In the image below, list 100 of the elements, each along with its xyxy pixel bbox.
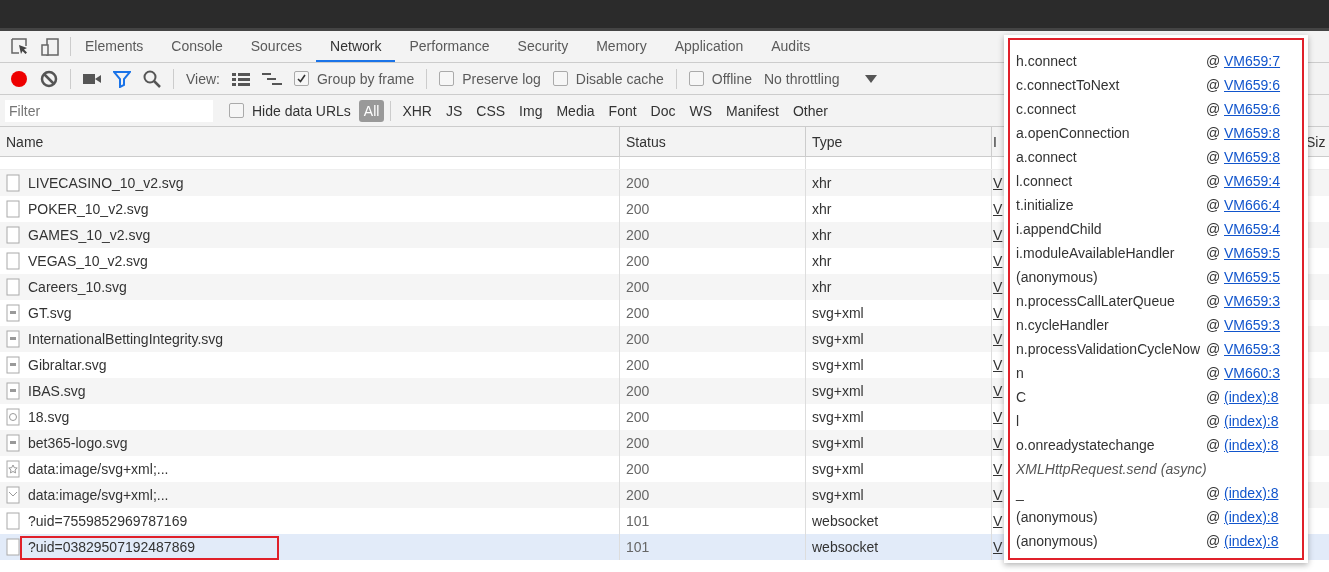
record-icon[interactable] <box>10 69 28 88</box>
inspect-icon[interactable] <box>10 36 30 57</box>
type-filter-button[interactable]: XHR <box>397 99 437 122</box>
request-name: InternationalBettingIntegrity.svg <box>28 331 224 347</box>
initiator-link[interactable]: V <box>993 435 1003 451</box>
column-header[interactable]: Type <box>806 127 992 156</box>
source-link[interactable]: (index):8 <box>1224 485 1294 501</box>
checkbox[interactable] <box>552 71 568 86</box>
initiator-link[interactable]: V <box>993 357 1003 373</box>
initiator-link[interactable]: V <box>993 253 1003 269</box>
source-link[interactable]: VM659:4 <box>1224 221 1294 237</box>
function-name: o.onreadystatechange <box>1016 437 1156 453</box>
clear-icon[interactable] <box>40 69 58 88</box>
camera-icon[interactable] <box>83 71 101 86</box>
initiator-link[interactable]: V <box>993 279 1003 295</box>
checkbox[interactable] <box>294 71 309 86</box>
request-name: ?uid=7559852969787169 <box>28 513 188 529</box>
request-type: xhr <box>812 175 832 191</box>
dropdown-caret-icon[interactable] <box>865 73 878 84</box>
source-link[interactable]: VM659:6 <box>1224 101 1294 117</box>
checkbox[interactable] <box>688 71 704 86</box>
type-filter-button[interactable]: Font <box>603 99 642 122</box>
initiator-link[interactable]: V <box>993 539 1003 555</box>
checkbox-label[interactable]: Offline <box>711 70 752 87</box>
source-link[interactable]: VM659:8 <box>1224 125 1294 141</box>
source-link[interactable]: (index):8 <box>1224 437 1294 453</box>
source-link[interactable]: VM660:3 <box>1224 365 1294 381</box>
source-link[interactable]: VM666:4 <box>1224 197 1294 213</box>
source-link[interactable]: (index):8 <box>1224 389 1294 405</box>
source-link[interactable]: (index):8 <box>1224 413 1294 429</box>
function-name: l <box>1016 413 1021 429</box>
source-link[interactable]: VM659:5 <box>1224 245 1294 261</box>
at-sign: @ <box>1206 101 1222 117</box>
initiator-link[interactable]: V <box>993 461 1003 477</box>
checkbox-label[interactable]: Preserve log <box>462 70 541 87</box>
type-filter-button[interactable]: JS <box>440 99 468 122</box>
source-link[interactable]: VM659:7 <box>1224 53 1294 69</box>
at-sign: @ <box>1206 365 1222 381</box>
panel-tab[interactable]: Application <box>660 31 758 62</box>
initiator-link[interactable]: V <box>993 487 1003 503</box>
type-filter-button[interactable]: Other <box>788 99 833 122</box>
filter-icon[interactable] <box>113 69 131 88</box>
throttling-dropdown[interactable]: No throttling <box>764 70 840 87</box>
initiator-link[interactable]: V <box>993 331 1003 347</box>
source-link[interactable]: (index):8 <box>1224 533 1294 549</box>
initiator-link[interactable]: V <box>993 513 1003 529</box>
image-file-icon <box>6 408 20 426</box>
status-code: 200 <box>626 331 650 347</box>
type-filter-button[interactable]: Img <box>514 99 548 122</box>
image-file-icon <box>6 434 20 452</box>
checkbox-label[interactable]: Group by frame <box>317 70 415 87</box>
source-link[interactable]: VM659:8 <box>1224 149 1294 165</box>
column-header[interactable]: Status <box>620 127 806 156</box>
panel-tab[interactable]: Audits <box>757 31 825 62</box>
type-filter-button[interactable]: WS <box>684 99 718 122</box>
panel-tab[interactable]: Elements <box>71 31 158 62</box>
initiator-link[interactable]: V <box>993 305 1003 321</box>
panel-tab[interactable]: Security <box>503 31 583 62</box>
type-filter-button[interactable]: CSS <box>471 99 511 122</box>
source-link[interactable]: (index):8 <box>1224 509 1294 525</box>
checkbox-label[interactable]: Disable cache <box>575 70 664 87</box>
type-filter-button[interactable]: Doc <box>645 99 681 122</box>
source-link[interactable]: VM659:6 <box>1224 77 1294 93</box>
at-sign: @ <box>1206 53 1222 69</box>
function-name: h.connect <box>1016 53 1078 69</box>
source-link[interactable]: VM659:4 <box>1224 173 1294 189</box>
initiator-link[interactable]: V <box>993 383 1003 399</box>
type-filter-button[interactable]: Media <box>551 99 600 122</box>
file-icon <box>6 278 20 296</box>
at-sign: @ <box>1206 125 1222 141</box>
status-code: 200 <box>626 487 650 503</box>
filter-input[interactable]: Filter <box>5 99 213 122</box>
initiator-link[interactable]: V <box>993 201 1003 217</box>
column-header[interactable]: Name <box>0 127 620 156</box>
request-type: svg+xml <box>812 331 864 347</box>
initiator-link[interactable]: V <box>993 227 1003 243</box>
checkbox[interactable] <box>229 103 244 118</box>
panel-tab[interactable]: Console <box>157 31 237 62</box>
status-code: 101 <box>626 539 650 555</box>
panel-tab[interactable]: Memory <box>582 31 661 62</box>
type-filter-button[interactable]: Manifest <box>721 99 784 122</box>
panel-tab[interactable]: Sources <box>236 31 317 62</box>
panel-tab[interactable]: Performance <box>395 31 504 62</box>
search-icon[interactable] <box>143 69 161 88</box>
initiator-link[interactable]: V <box>993 175 1003 191</box>
request-name: ?uid=03829507192487869 <box>28 539 195 555</box>
status-code: 200 <box>626 435 650 451</box>
request-type: svg+xml <box>812 305 864 321</box>
checkbox-label[interactable]: Hide data URLs <box>252 102 351 119</box>
function-name: (anonymous) <box>1016 509 1099 525</box>
status-code: 200 <box>626 383 650 399</box>
list-view-icon[interactable] <box>232 71 250 86</box>
device-icon[interactable] <box>40 36 60 57</box>
status-code: 200 <box>626 227 650 243</box>
status-code: 200 <box>626 253 650 269</box>
request-type: svg+xml <box>812 487 864 503</box>
request-name: data:image/svg+xml;... <box>28 461 169 477</box>
waterfall-view-icon[interactable] <box>262 71 282 86</box>
checkbox[interactable] <box>439 71 455 86</box>
initiator-link[interactable]: V <box>993 409 1003 425</box>
